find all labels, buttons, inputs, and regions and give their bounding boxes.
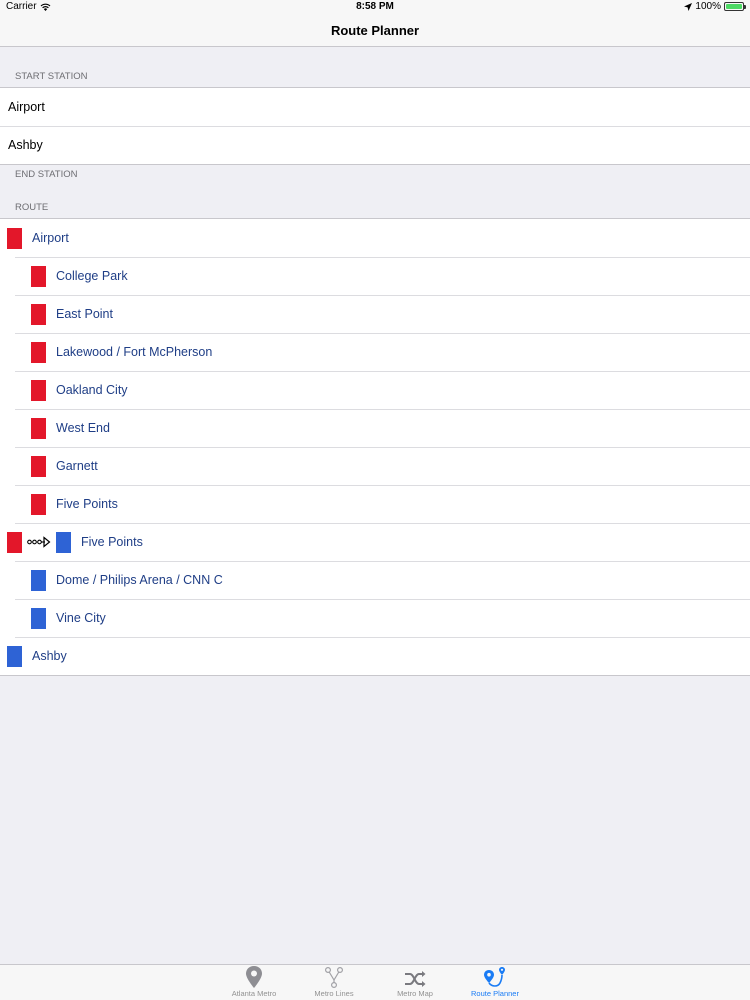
page-title: Route Planner: [330, 23, 420, 38]
route-station-row[interactable]: East Point: [0, 295, 750, 333]
start-station-header: START STATION: [15, 71, 88, 82]
battery-percent: 100%: [695, 1, 721, 12]
status-time: 8:58 PM: [356, 1, 394, 12]
tab-bar: Atlanta Metro Metro Lines Metro Map Rout…: [0, 964, 750, 1000]
location-arrow-icon: [684, 2, 693, 11]
line-color-swatch: [7, 645, 22, 667]
tab-label: Atlanta Metro: [231, 989, 277, 998]
station-label: Ashby: [8, 138, 43, 152]
route-station-row[interactable]: Dome / Philips Arena / CNN C: [0, 561, 750, 599]
transfer-arrow-icon: [27, 536, 51, 548]
tab-atlanta-metro[interactable]: Atlanta Metro: [214, 965, 294, 1000]
shuffle-icon: [405, 971, 426, 987]
line-color-swatch: [31, 303, 46, 325]
tab-metro-lines[interactable]: Metro Lines: [294, 965, 374, 1000]
station-label: Dome / Philips Arena / CNN C: [56, 573, 223, 587]
tab-label: Route Planner: [471, 989, 519, 998]
route-station-row[interactable]: Garnett: [0, 447, 750, 485]
line-color-swatch: [31, 493, 46, 515]
station-label: Vine City: [56, 611, 106, 625]
station-label: East Point: [56, 307, 113, 321]
line-color-swatch: [31, 607, 46, 629]
line-color-swatch: [7, 227, 22, 249]
battery-icon: [724, 2, 746, 11]
station-label: Five Points: [56, 497, 118, 511]
station-label: Airport: [8, 100, 45, 114]
end-station-header: END STATION: [15, 169, 78, 180]
station-label: College Park: [56, 269, 128, 283]
route-station-row[interactable]: Lakewood / Fort McPherson: [0, 333, 750, 371]
line-color-swatch: [31, 455, 46, 477]
tab-label: Metro Lines: [314, 989, 354, 998]
route-planner-icon: [484, 967, 505, 987]
station-label: Lakewood / Fort McPherson: [56, 345, 213, 359]
line-color-swatch: [7, 531, 22, 553]
status-bar: Carrier 8:58 PM 100%: [0, 0, 750, 15]
start-station-option[interactable]: Airport: [0, 88, 750, 126]
route-station-row[interactable]: College Park: [0, 257, 750, 295]
route-station-row[interactable]: Vine City: [0, 599, 750, 637]
line-color-swatch: [31, 265, 46, 287]
start-station-option[interactable]: Ashby: [0, 126, 750, 164]
line-color-swatch: [31, 417, 46, 439]
line-color-swatch: [31, 341, 46, 363]
station-label: Airport: [32, 231, 69, 245]
metro-lines-icon: [324, 966, 344, 988]
route-station-row[interactable]: West End: [0, 409, 750, 447]
station-label: Oakland City: [56, 383, 128, 397]
tab-route-planner[interactable]: Route Planner: [455, 965, 535, 1000]
line-color-swatch: [31, 379, 46, 401]
route-station-row[interactable]: Ashby: [0, 637, 750, 675]
line-color-swatch: [56, 531, 71, 553]
tab-metro-map[interactable]: Metro Map: [375, 965, 455, 1000]
start-station-list: Airport Ashby: [0, 87, 750, 165]
route-transfer-row[interactable]: Five Points: [0, 523, 750, 561]
map-pin-icon: [246, 966, 262, 988]
station-label: Five Points: [81, 535, 143, 549]
route-header: ROUTE: [15, 202, 49, 213]
route-station-row[interactable]: Five Points: [0, 485, 750, 523]
station-label: West End: [56, 421, 110, 435]
line-color-swatch: [31, 569, 46, 591]
navigation-bar: Route Planner: [0, 15, 750, 47]
tab-label: Metro Map: [397, 989, 433, 998]
route-list: Airport College Park East Point Lakewood / …: [0, 218, 750, 676]
route-station-row[interactable]: Oakland City: [0, 371, 750, 409]
station-label: Garnett: [56, 459, 98, 473]
station-label: Ashby: [32, 649, 67, 663]
route-station-row[interactable]: Airport: [0, 219, 750, 257]
